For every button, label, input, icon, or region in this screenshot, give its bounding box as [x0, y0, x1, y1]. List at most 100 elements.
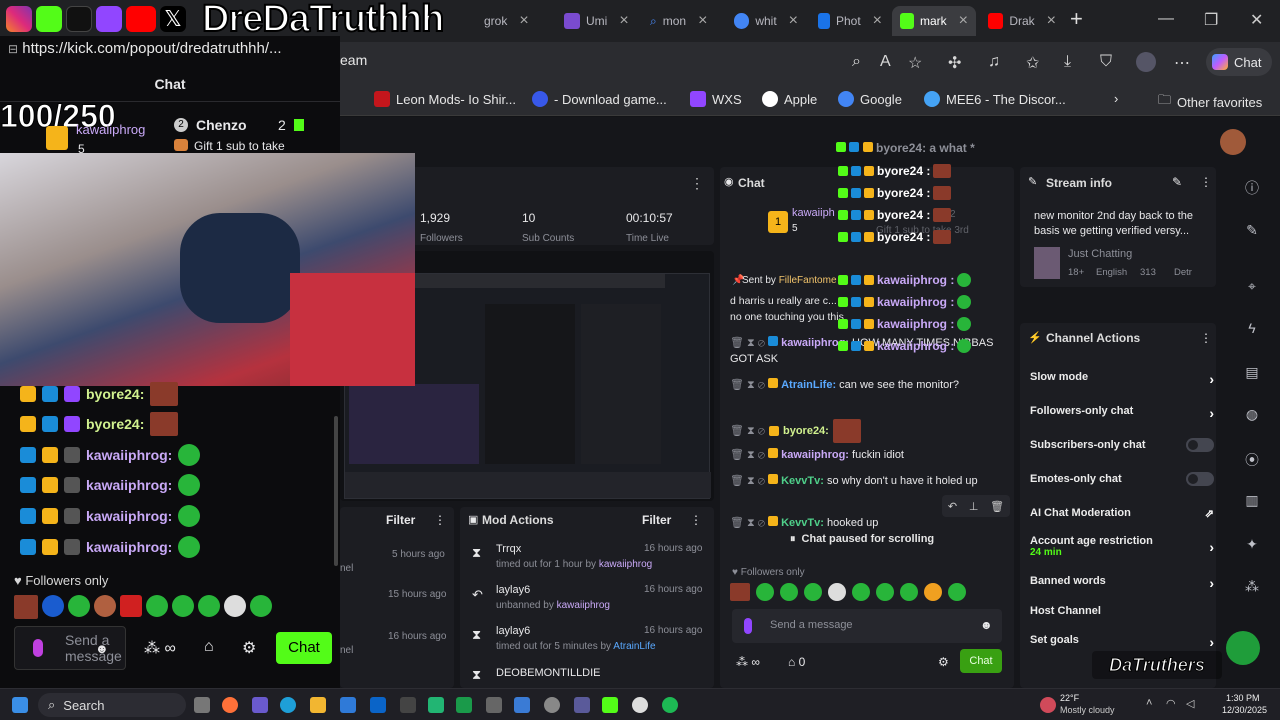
kick-icon[interactable] [602, 697, 618, 713]
emote[interactable] [198, 595, 220, 617]
user-avatar[interactable] [1220, 129, 1246, 155]
emote[interactable] [780, 583, 798, 601]
mod-action-by[interactable]: kawaiiphrog [599, 559, 652, 570]
emote[interactable] [68, 595, 90, 617]
followers-only-item[interactable]: Followers-only chat › [1030, 405, 1214, 421]
emote[interactable] [94, 595, 116, 617]
tab-photo[interactable]: Phot × [810, 6, 890, 36]
emote[interactable] [146, 595, 168, 617]
chat-username[interactable]: kawaiiphrog: [781, 449, 849, 461]
emote[interactable] [900, 583, 918, 601]
mod-action-user[interactable]: DEOBEMONTILLDIE [496, 667, 601, 679]
copilot-button[interactable]: Chat [1206, 48, 1272, 76]
loyalty-points[interactable]: ⁂ ∞ [736, 655, 760, 669]
set-goals-item[interactable]: Set goals › [1030, 634, 1214, 650]
filter-button[interactable]: Filter [642, 513, 671, 527]
close-icon[interactable]: × [1047, 12, 1056, 30]
category-name[interactable]: Just Chatting [1068, 248, 1132, 260]
tab-monitor[interactable]: ⌕ mon × [642, 6, 722, 36]
gift-button[interactable]: ⌂ 0 [788, 655, 805, 669]
bookmark-item[interactable]: WXS [690, 91, 742, 107]
popout-url-bar[interactable]: ⊟ https://kick.com/popout/dredatruthhh/.… [8, 40, 338, 66]
loyalty-points[interactable]: ⁂ ∞ [144, 638, 176, 658]
app-icon[interactable] [428, 697, 444, 713]
chat-username[interactable]: kawaiiphrog: [86, 477, 172, 493]
more-menu-icon[interactable]: ⋮ [434, 513, 446, 527]
chat-username[interactable]: KevvTv: [781, 475, 824, 487]
filter-button[interactable]: Filter [386, 513, 415, 527]
chat-icon[interactable]: ◍ [1240, 406, 1264, 423]
clock-time[interactable]: 1:30 PM [1226, 693, 1260, 703]
outlook-icon[interactable] [370, 697, 386, 713]
close-icon[interactable]: × [789, 12, 798, 30]
leaderboard-second-user[interactable]: Chenzo [196, 117, 247, 133]
favorites-icon[interactable]: ✩ [1026, 53, 1039, 73]
gift-sub-prompt[interactable]: Gift 1 sub to take [194, 139, 285, 153]
emote[interactable] [852, 583, 870, 601]
mod-action-user[interactable]: Trrqx [496, 543, 521, 555]
mod-action-user[interactable]: laylay6 [496, 625, 530, 637]
emote[interactable] [120, 595, 142, 617]
host-channel-item[interactable]: Host Channel [1030, 605, 1214, 617]
volume-icon[interactable]: ◁ [1186, 697, 1194, 710]
extensions-icon[interactable]: ✣ [948, 53, 961, 73]
info-icon[interactable]: ⓘ [1240, 178, 1264, 198]
settings-icon[interactable] [544, 697, 560, 713]
spreadsheet-icon[interactable] [456, 697, 472, 713]
chevron-up-icon[interactable]: ˄ [1146, 697, 1152, 709]
chat-username[interactable]: AtrainLife: [781, 379, 836, 391]
mod-tools-icons[interactable]: 🗑 ⧗ ⊘ [730, 423, 765, 439]
close-icon[interactable]: × [698, 12, 707, 30]
read-aloud-icon[interactable]: A [880, 53, 891, 71]
wrench-icon[interactable]: ✦ [1240, 536, 1264, 553]
layout-icon[interactable]: ▥ [1240, 492, 1264, 509]
windows-start-icon[interactable] [12, 697, 28, 713]
chat-scrollbar[interactable] [334, 416, 338, 566]
broadcast-icon[interactable]: ⦿ [1240, 450, 1264, 470]
mod-tools-icons[interactable]: 🗑 ⧗ ⊘ [730, 379, 765, 391]
bookmark-item[interactable]: Google [838, 91, 902, 107]
reply-icon[interactable]: ↶ [948, 500, 957, 513]
spotify-icon[interactable] [662, 697, 678, 713]
chat-username[interactable]: kawaiiphrog: [86, 539, 172, 555]
chat-username[interactable]: byore24: [783, 423, 829, 439]
mod-tools-icons[interactable]: 🗑 ⧗ ⊘ [730, 517, 765, 529]
emoji-icon[interactable]: ☻ [980, 618, 993, 632]
app-icon[interactable] [514, 697, 530, 713]
more-menu-icon[interactable]: ⋯ [1174, 53, 1190, 73]
obs-icon[interactable] [632, 697, 648, 713]
share-icon[interactable]: ⁂ [1240, 578, 1264, 595]
mod-tools-icons[interactable]: 🗑 ⧗ ⊘ [730, 337, 765, 349]
music-icon[interactable]: ♫ [988, 53, 1000, 71]
emote[interactable] [250, 595, 272, 617]
delete-icon[interactable]: 🗑 [990, 500, 1004, 513]
leaderboard-first-user[interactable]: kawaiiphrog [76, 122, 145, 137]
mod-action-by[interactable]: kawaiiphrog [557, 600, 610, 611]
close-icon[interactable]: × [959, 12, 968, 30]
more-menu-icon[interactable]: ⋮ [690, 513, 702, 527]
store-icon[interactable] [340, 697, 356, 713]
chat-username[interactable]: byore24: [86, 386, 144, 402]
close-icon[interactable]: × [519, 12, 528, 30]
more-menu-icon[interactable]: ⋮ [1200, 331, 1212, 345]
chat-send-button[interactable]: Chat [960, 649, 1002, 673]
tab-umi[interactable]: Umi × [556, 6, 638, 36]
shield-icon[interactable]: ⛉ [1100, 53, 1112, 71]
file-explorer-icon[interactable] [310, 697, 326, 713]
settings-icon[interactable]: ⚙ [938, 655, 949, 669]
firefox-icon[interactable] [222, 697, 238, 713]
more-menu-icon[interactable]: ⋮ [690, 175, 704, 192]
document-icon[interactable]: ▤ [1240, 364, 1264, 381]
chevron-right-icon[interactable]: › [1114, 91, 1118, 106]
bookmark-item[interactable]: MEE6 - The Discor... [924, 91, 1066, 107]
copilot-icon[interactable] [252, 697, 268, 713]
photos-icon[interactable] [400, 697, 416, 713]
close-window-icon[interactable]: ✕ [1250, 10, 1263, 30]
close-icon[interactable]: × [619, 12, 628, 30]
emote[interactable] [756, 583, 774, 601]
emote[interactable] [730, 583, 750, 601]
profile-avatar[interactable] [1136, 52, 1156, 72]
address-bar-text[interactable]: eam [340, 52, 367, 68]
chat-bubble-button[interactable] [1226, 631, 1260, 665]
emote[interactable] [42, 595, 64, 617]
